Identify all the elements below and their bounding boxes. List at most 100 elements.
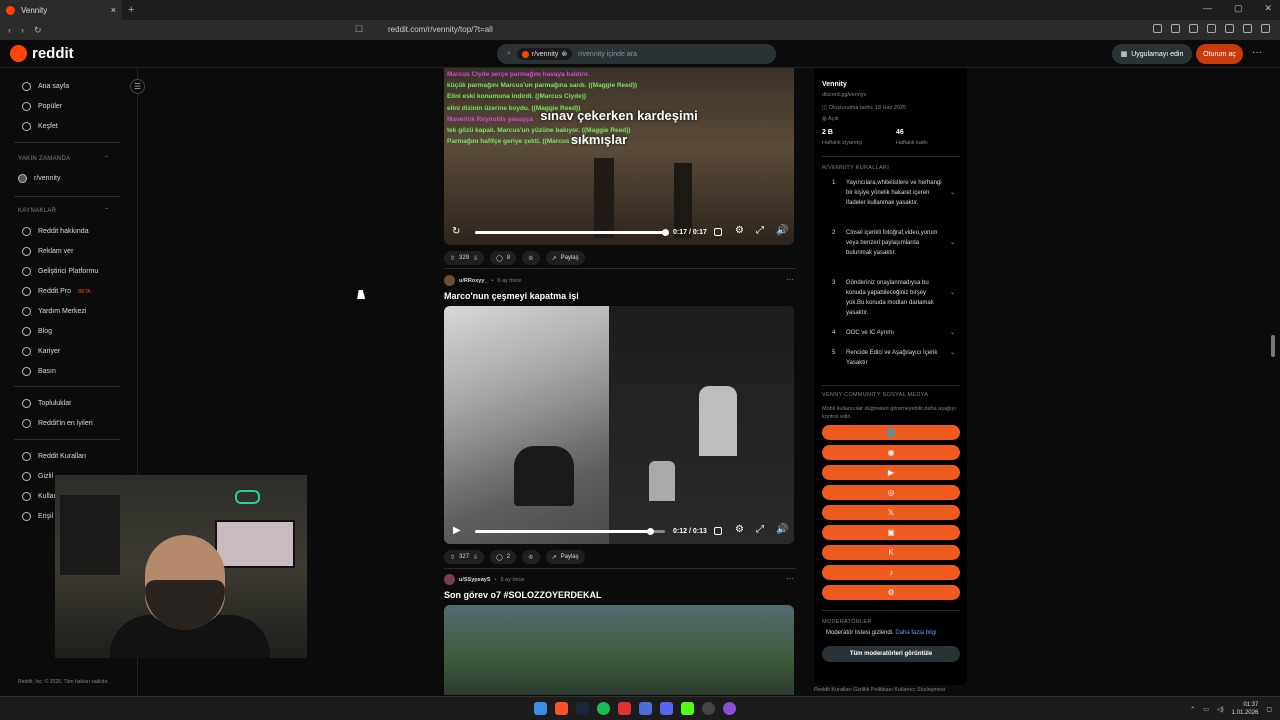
maximize-button[interactable]: ▢: [1234, 3, 1243, 14]
progress-bar[interactable]: [475, 231, 665, 234]
sidebar-item-developer[interactable]: Geliştirici Platformu: [22, 267, 98, 276]
vote-pill[interactable]: ⇧ 327 ⇩: [444, 550, 485, 564]
captions-icon[interactable]: [714, 527, 722, 535]
chevron-down-icon[interactable]: ⌄: [950, 288, 955, 298]
collapse-sidebar-button[interactable]: ☰: [130, 79, 145, 94]
settings-icon[interactable]: ⚙: [735, 524, 744, 535]
sidebar-item-explore[interactable]: Keşfet: [22, 122, 58, 131]
post-video[interactable]: ▶ 0:12 / 0:13 ⚙ ⤢ 🔊: [444, 306, 794, 544]
reddit-logo[interactable]: reddit: [10, 45, 74, 62]
social-button-twitch[interactable]: ▣: [822, 525, 960, 540]
chevron-down-icon[interactable]: ⌄: [950, 188, 955, 198]
sidebar-item-reddit-pro[interactable]: Reddit Pro BETA: [22, 287, 91, 296]
sidebar-item-blog[interactable]: Blog: [22, 327, 52, 336]
clock[interactable]: 01:37 1.01.2026: [1232, 701, 1259, 717]
right-footer[interactable]: Reddit Kuralları Gizlilik Politikası Kul…: [814, 687, 945, 693]
more-options-icon[interactable]: ···: [1252, 47, 1262, 58]
chevron-down-icon[interactable]: ⌄: [950, 238, 955, 248]
wallet-icon[interactable]: [1243, 24, 1252, 33]
recent-heading[interactable]: YAKIN ZAMANDA ⌃: [18, 156, 109, 162]
sidebar-item-popular[interactable]: Popüler: [22, 102, 62, 111]
sidebar-item-accessibility[interactable]: Erişil: [22, 512, 53, 521]
app-icon[interactable]: [618, 702, 631, 715]
award-button[interactable]: ♔: [522, 251, 540, 265]
search-bar[interactable]: ⌕ r/vennity ⊗ r/vennity içinde ara: [497, 44, 776, 64]
sidebar-item-about[interactable]: Reddit hakkında: [22, 227, 89, 236]
close-window-button[interactable]: ✕: [1264, 3, 1272, 14]
downvote-icon[interactable]: ⇩: [473, 554, 478, 561]
chevron-down-icon[interactable]: ⌄: [950, 328, 955, 338]
share-button[interactable]: ↗ Paylaş: [545, 550, 585, 564]
close-tab-icon[interactable]: ×: [111, 5, 116, 15]
comments-button[interactable]: ◯ 2: [490, 550, 517, 564]
sidebar-item-home[interactable]: Ana sayfa: [22, 82, 69, 91]
fullscreen-icon[interactable]: ⤢: [756, 524, 764, 535]
post-author[interactable]: u/SSypsayS: [459, 577, 491, 583]
community-link[interactable]: discord.gg/vennyv: [822, 92, 866, 98]
social-button-kick[interactable]: K: [822, 545, 960, 560]
media-icon[interactable]: [1225, 24, 1234, 33]
sidebar-icon[interactable]: [1189, 24, 1198, 33]
share-button[interactable]: ↗ Paylaş: [545, 251, 585, 265]
vote-pill[interactable]: ⇧ 329 ⇩: [444, 251, 485, 265]
spotify-icon[interactable]: [597, 702, 610, 715]
forward-icon[interactable]: ›: [21, 25, 24, 36]
post-author[interactable]: u/RRoxyy_: [459, 278, 487, 284]
social-button-steam[interactable]: ⚙: [822, 585, 960, 600]
social-button-globe[interactable]: 🌐: [822, 425, 960, 440]
resources-heading[interactable]: KAYNAKLAR ⌃: [18, 208, 109, 214]
steam-icon[interactable]: [576, 702, 589, 715]
settings-icon[interactable]: ⚙: [735, 225, 744, 236]
comments-button[interactable]: ◯ 8: [490, 251, 517, 265]
social-button-discord[interactable]: ◉: [822, 445, 960, 460]
download-icon[interactable]: [1207, 24, 1216, 33]
post-title[interactable]: Marco'nun çeşmeyi kapatma işi: [444, 291, 579, 301]
chip-remove-icon[interactable]: ⊗: [561, 50, 567, 58]
reload-icon[interactable]: ↻: [34, 25, 42, 36]
sidebar-item-best-of[interactable]: Reddit'in en iyileri: [22, 419, 93, 428]
upvote-icon[interactable]: ⇧: [450, 255, 455, 262]
extension-icon[interactable]: [1153, 24, 1162, 33]
discord-icon[interactable]: [660, 702, 673, 715]
bookmark-icon[interactable]: ☐: [355, 24, 363, 35]
post-title[interactable]: Son görev o7 #SOLOZZOYERDEKAL: [444, 590, 602, 600]
browser-tab[interactable]: Vennity ×: [0, 0, 122, 20]
social-button-instagram[interactable]: ◎: [822, 485, 960, 500]
user-avatar[interactable]: [444, 574, 455, 585]
community-chip[interactable]: r/vennity ⊗: [516, 48, 573, 60]
page-scrollbar[interactable]: [1271, 335, 1275, 357]
view-all-moderators-button[interactable]: Tüm moderatörleri görüntüle: [822, 646, 960, 662]
upvote-icon[interactable]: ⇧: [450, 554, 455, 561]
minimize-button[interactable]: —: [1203, 3, 1212, 14]
sidebar-item-help[interactable]: Yardım Merkezi: [22, 307, 87, 316]
post-options-icon[interactable]: ···: [786, 574, 794, 583]
user-avatar[interactable]: [444, 275, 455, 286]
sidebar-item-vennity[interactable]: r/vennity: [18, 174, 60, 183]
app-icon[interactable]: [639, 702, 652, 715]
replay-icon[interactable]: ↻: [452, 226, 460, 237]
app-icon[interactable]: [702, 702, 715, 715]
progress-knob[interactable]: [662, 229, 669, 236]
chevron-down-icon[interactable]: ⌄: [950, 348, 955, 358]
social-button-youtube[interactable]: ▶: [822, 465, 960, 480]
network-icon[interactable]: ▭: [1203, 706, 1209, 713]
sidebar-item-user-agreement[interactable]: Kullan: [22, 492, 57, 501]
menu-icon[interactable]: [1261, 24, 1270, 33]
captions-icon[interactable]: [714, 228, 722, 236]
search-placeholder[interactable]: r/vennity içinde ara: [578, 51, 637, 58]
volume-icon[interactable]: 🔊: [776, 524, 788, 535]
chevron-up-icon[interactable]: ⌃: [1190, 706, 1195, 713]
sidebar-item-communities[interactable]: Topluluklar: [22, 399, 71, 408]
volume-icon[interactable]: 🔊: [776, 225, 788, 236]
login-button[interactable]: Oturum aç: [1196, 44, 1243, 64]
puzzle-icon[interactable]: [1171, 24, 1180, 33]
downvote-icon[interactable]: ⇩: [473, 255, 478, 262]
post-video[interactable]: [444, 605, 794, 695]
post-video[interactable]: Marcus Clyde serçe parmağını havaya kald…: [444, 68, 794, 245]
sidebar-item-rules[interactable]: Reddit Kuralları: [22, 452, 86, 461]
get-app-button[interactable]: ▦ Uygulamayı edin: [1112, 44, 1192, 64]
progress-knob[interactable]: [646, 528, 654, 535]
social-button-tiktok[interactable]: ♪: [822, 565, 960, 580]
post-options-icon[interactable]: ···: [786, 275, 794, 284]
sidebar-item-press[interactable]: Basın: [22, 367, 56, 376]
